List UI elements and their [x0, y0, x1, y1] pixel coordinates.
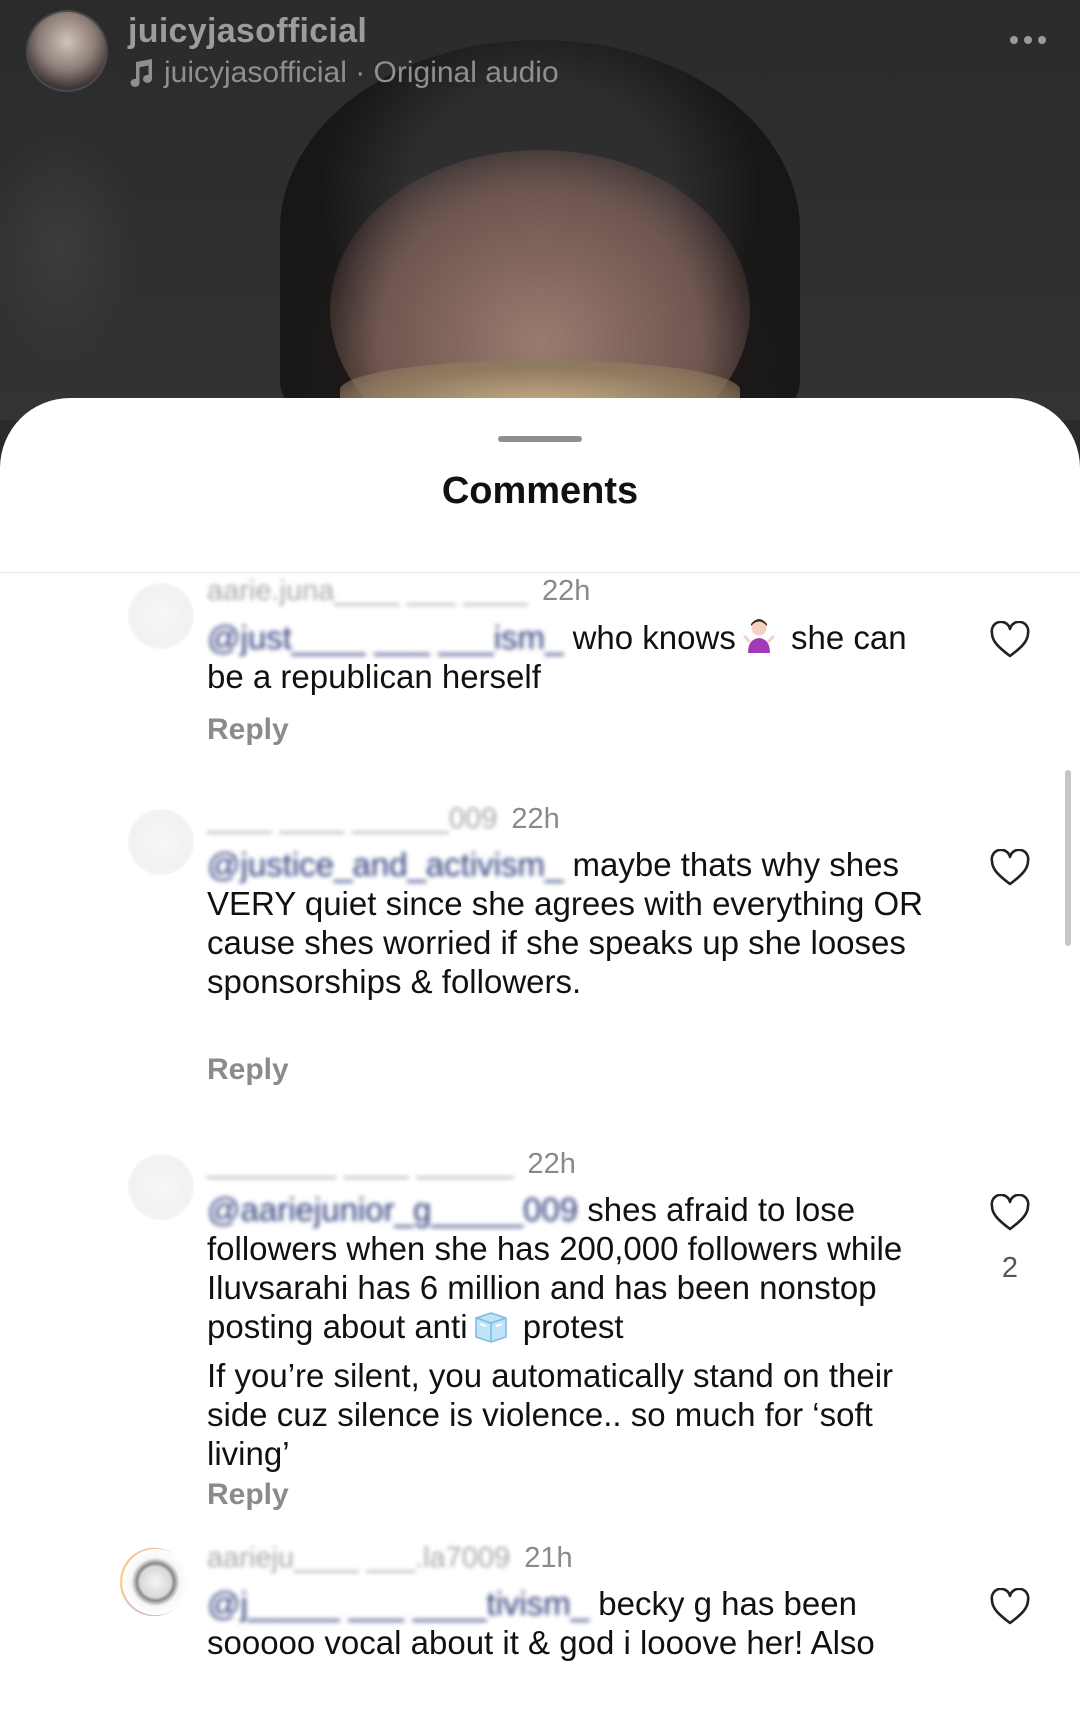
- comments-sheet: Comments aarie.juna____ ___ ____ 22h @ju…: [0, 398, 1080, 1727]
- comment-meta: aarie.juna____ ___ ____ 22h: [207, 573, 590, 609]
- commenter-avatar[interactable]: [128, 809, 194, 875]
- heart-icon[interactable]: [990, 1194, 1030, 1232]
- comment-text: @justice_and_activism_ maybe thats why s…: [207, 846, 923, 1000]
- like-count: 2: [1001, 1252, 1019, 1284]
- commenter-avatar[interactable]: [128, 1154, 194, 1220]
- more-horizontal-icon[interactable]: [1010, 36, 1046, 44]
- comment-text: @j_____ ___ ____tivism_ becky g has been…: [207, 1585, 875, 1661]
- comment-meta: aarieju____ ___.la7009 21h: [207, 1540, 573, 1576]
- comment-text: @aariejunior_g_____009 shes afraid to lo…: [207, 1190, 947, 1473]
- reply-button[interactable]: Reply: [207, 713, 289, 747]
- mention-link[interactable]: @justice_and_activism_: [207, 846, 563, 883]
- comment-time: 22h: [541, 575, 591, 607]
- woman-shrugging-icon: [742, 619, 775, 653]
- comment-time: 21h: [524, 1542, 573, 1574]
- reel-header: juicyjasofficial juicyjasofficial · Orig…: [26, 8, 1056, 92]
- audio-attribution[interactable]: juicyjasofficial · Original audio: [128, 56, 559, 90]
- sheet-drag-handle[interactable]: [498, 436, 582, 442]
- heart-icon[interactable]: [990, 621, 1030, 659]
- creator-avatar[interactable]: [26, 10, 108, 92]
- reply-button[interactable]: Reply: [207, 1053, 289, 1087]
- music-note-icon: [130, 59, 152, 87]
- commenter-username[interactable]: ____ ____ ______009: [207, 801, 497, 837]
- commenter-avatar[interactable]: [116, 1544, 192, 1620]
- commenter-username[interactable]: ________ ____ ______: [207, 1146, 513, 1182]
- comment-text: @just____ ___ ___ism_ who knows she can …: [207, 619, 907, 695]
- commenter-username[interactable]: aarie.juna____ ___ ____: [207, 573, 528, 609]
- comment-text-paragraph-2: If you’re silent, you automatically stan…: [207, 1357, 894, 1472]
- heart-icon[interactable]: [990, 1588, 1030, 1626]
- sheet-title: Comments: [441, 470, 639, 512]
- reply-button[interactable]: Reply: [207, 1478, 289, 1512]
- creator-username[interactable]: juicyjasofficial: [128, 12, 367, 51]
- comment-time: 22h: [527, 1148, 576, 1180]
- audio-label: juicyjasofficial · Original audio: [164, 56, 559, 89]
- heart-icon[interactable]: [990, 849, 1030, 887]
- commenter-username[interactable]: aarieju____ ___.la7009: [207, 1540, 510, 1576]
- comment-meta: ________ ____ ______ 22h: [207, 1146, 576, 1182]
- scrollbar-thumb[interactable]: [1065, 770, 1071, 946]
- comment-time: 22h: [511, 803, 560, 835]
- commenter-avatar[interactable]: [128, 583, 194, 649]
- mention-link[interactable]: @j_____ ___ ____tivism_: [207, 1585, 589, 1622]
- mention-link[interactable]: @just____ ___ ___ism_: [207, 619, 563, 656]
- comment-meta: ____ ____ ______009 22h: [207, 801, 560, 837]
- ice-cube-icon: [474, 1312, 507, 1343]
- mention-link[interactable]: @aariejunior_g_____009: [207, 1191, 578, 1228]
